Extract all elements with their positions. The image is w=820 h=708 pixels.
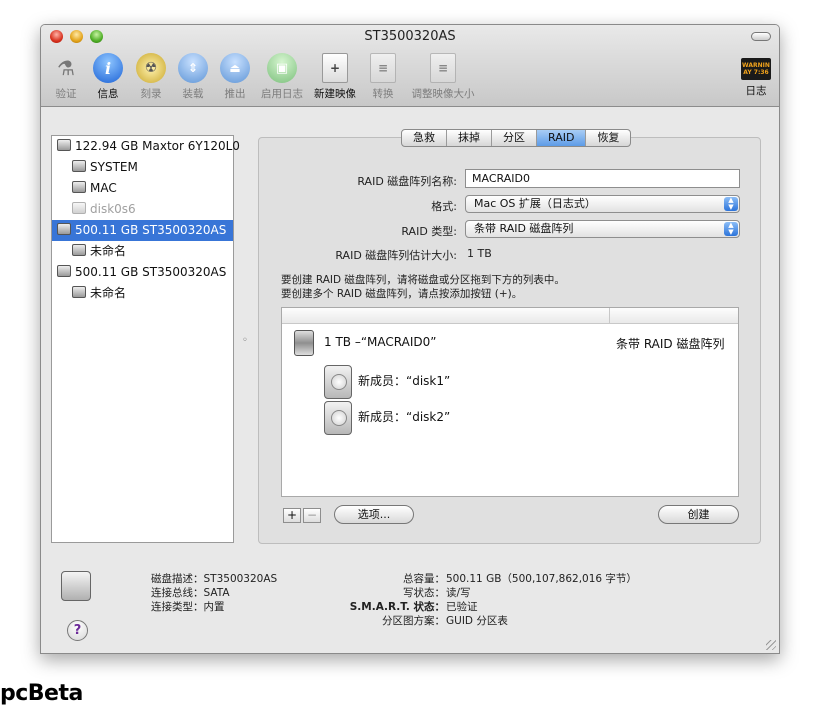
volume-icon [72,160,86,172]
window-title: ST3500320AS [364,29,456,44]
sidebar-item-mac-volume[interactable]: MAC [52,178,233,199]
sidebar-item-system-volume[interactable]: SYSTEM [52,157,233,178]
info-capacity-value: 500.11 GB（500,107,862,016 字节） [446,573,637,585]
raid-member-disk2[interactable]: 新成员：“disk2” [358,408,450,425]
format-label: 格式: [431,200,457,213]
selected-disk-icon [61,571,91,601]
convert-icon: ≡ [370,53,396,83]
toolbar-journal-button[interactable]: ▣ 启用日志 [259,53,305,101]
sidebar-item-maxtor-disk[interactable]: 122.94 GB Maxtor 6Y120L0 [52,136,240,157]
tab-raid[interactable]: RAID [537,130,587,146]
toolbar-eject-button[interactable]: ⏏ 推出 [220,53,250,101]
burn-icon: ☢ [136,53,166,83]
sidebar-item-disk0s6[interactable]: disk0s6 [52,199,233,220]
hard-disk-icon [324,365,352,399]
tab-first-aid[interactable]: 急救 [402,130,447,146]
raid-member-disk1[interactable]: 新成员：“disk1” [358,372,450,389]
volume-icon [72,202,86,214]
sidebar-item-untitled-1[interactable]: 未命名 [52,241,233,262]
list-header [282,308,738,324]
pcbeta-watermark: pcBeta [0,681,83,706]
sidebar-item-st3500320as-disk-2[interactable]: 500.11 GB ST3500320AS [52,262,233,283]
popup-arrows-icon: ▲ ▼ [724,222,738,236]
eject-icon: ⏏ [220,53,250,83]
toolbar-verify-button[interactable]: ⚗ 验证 [51,53,81,101]
options-button[interactable]: 选项... [334,505,414,524]
add-raid-button[interactable]: + [283,508,301,523]
raid-name-label: RAID 磁盘阵列名称: [357,175,457,188]
disk-list[interactable]: 122.94 GB Maxtor 6Y120L0 SYSTEM MAC disk… [51,135,240,543]
sidebar-item-st3500320as-disk-1[interactable]: 500.11 GB ST3500320AS [52,220,233,241]
raid-set-icon [294,330,314,356]
info-capacity-label: 总容量： [403,573,445,585]
raid-type-popup[interactable]: 条带 RAID 磁盘阵列 ▲ ▼ [465,220,740,238]
info-partition-scheme-label: 分区图方案： [382,615,445,627]
title-bar: ST3500320AS ⚗ 验证 i 信息 ☢ 刻录 ⇕ 装载 ⏏ 推出 ▣ 启… [41,25,779,107]
info-connection-type: 连接类型：内置 [151,601,225,613]
raid-member-list[interactable]: 1 TB –“MACRAID0” 条带 RAID 磁盘阵列 新成员：“disk1… [281,307,739,497]
tab-bar: 急救 抹掉 分区 RAID 恢复 [401,129,632,147]
toolbar-info-button[interactable]: i 信息 [93,53,123,101]
info-write-status-value: 读/写 [446,587,471,599]
log-icon: WARNIN AY 7:36 [741,58,771,80]
disk-utility-window: ST3500320AS ⚗ 验证 i 信息 ☢ 刻录 ⇕ 装载 ⏏ 推出 ▣ 启… [40,24,780,654]
microscope-icon: ⚗ [57,56,75,80]
resize-grip[interactable] [766,640,776,650]
info-partition-scheme-value: GUID 分区表 [446,615,508,627]
info-connection-bus: 连接总线：SATA [151,587,230,599]
sidebar-item-untitled-2[interactable]: 未命名 [52,283,233,304]
raid-help-text-2: 要创建多个 RAID 磁盘阵列，请点按添加按钮 (+)。 [281,288,523,300]
toolbar-resize-image-button[interactable]: ≡ 调整映像大小 [409,53,477,101]
help-button[interactable]: ? [67,620,88,641]
hard-disk-icon [57,139,71,151]
resize-image-icon: ≡ [430,53,456,83]
tab-restore[interactable]: 恢复 [586,130,630,146]
remove-raid-button[interactable]: − [303,508,321,523]
hard-disk-icon [57,223,71,235]
tab-partition[interactable]: 分区 [492,130,537,146]
volume-icon [72,286,86,298]
split-view-handle[interactable]: ◦ [242,335,248,346]
mount-icon: ⇕ [178,53,208,83]
info-smart-label: S.M.A.R.T. 状态： [349,601,445,613]
tab-erase[interactable]: 抹掉 [447,130,492,146]
raid-set-name[interactable]: 1 TB –“MACRAID0” [324,335,436,349]
toolbar-convert-button[interactable]: ≡ 转换 [368,53,398,101]
toolbar-burn-button[interactable]: ☢ 刻录 [136,53,166,101]
raid-size-value: 1 TB [467,247,492,260]
info-icon: i [93,53,123,83]
toolbar-log-button[interactable]: WARNIN AY 7:36 日志 [741,53,771,101]
new-image-icon: + [322,53,348,83]
toolbar-new-image-button[interactable]: + 新建映像 [312,53,358,101]
format-popup[interactable]: Mac OS 扩展（日志式） ▲ ▼ [465,195,740,213]
volume-icon [72,181,86,193]
popup-arrows-icon: ▲ ▼ [724,197,738,211]
toolbar-mount-button[interactable]: ⇕ 装载 [178,53,208,101]
raid-size-label: RAID 磁盘阵列估计大小: [335,249,457,262]
raid-help-text-1: 要创建 RAID 磁盘阵列，请将磁盘或分区拖到下方的列表中。 [281,274,565,286]
info-write-status-label: 写状态： [403,587,445,599]
create-button[interactable]: 创建 [658,505,739,524]
volume-icon [72,244,86,256]
hard-disk-icon [324,401,352,435]
raid-type-label: RAID 类型: [401,225,457,238]
info-smart-value: 已验证 [446,601,478,613]
hard-disk-icon [57,265,71,277]
journal-icon: ▣ [267,53,297,83]
raid-set-type: 条带 RAID 磁盘阵列 [616,337,725,351]
raid-name-input[interactable]: MACRAID0 [465,169,740,188]
toolbar-toggle-button[interactable] [751,32,771,41]
